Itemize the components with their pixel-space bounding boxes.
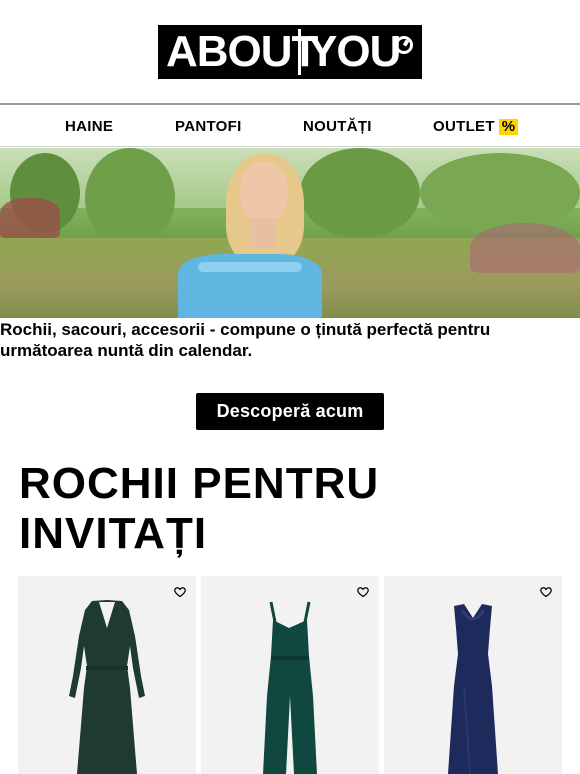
discover-now-button[interactable]: Descoperă acum bbox=[196, 393, 384, 430]
hero-tagline: Rochii, sacouri, accesorii - compune o ț… bbox=[0, 320, 491, 360]
hero-image[interactable] bbox=[0, 148, 580, 318]
section-title: ROCHII PENTRU INVITAȚI bbox=[19, 459, 380, 558]
nav-item-haine[interactable]: HAINE bbox=[65, 117, 113, 137]
logo-mark-icon bbox=[395, 36, 413, 54]
outlet-percent-badge: % bbox=[498, 119, 519, 135]
hero-tree bbox=[300, 148, 420, 238]
nav-item-pantofi[interactable]: PANTOFI bbox=[175, 117, 242, 137]
category-nav: HAINE PANTOFI NOUTĂȚI OUTLET% bbox=[0, 103, 580, 147]
satin-dress-image bbox=[448, 604, 498, 774]
about-you-logo[interactable]: ABOUT YOU bbox=[158, 25, 422, 79]
nav-item-outlet-label: OUTLET bbox=[433, 118, 495, 135]
model-neck bbox=[250, 218, 276, 248]
hero-flowers bbox=[0, 198, 60, 238]
logo-text-you: YOU bbox=[308, 27, 401, 76]
hero-flowers bbox=[470, 223, 580, 273]
heart-icon[interactable] bbox=[174, 586, 186, 598]
hero-tree bbox=[85, 148, 175, 248]
product-card[interactable] bbox=[384, 576, 562, 774]
heart-icon[interactable] bbox=[357, 586, 369, 598]
nav-item-noutati[interactable]: NOUTĂȚI bbox=[303, 117, 372, 137]
model-face bbox=[240, 162, 288, 224]
dress-long-sleeve-image bbox=[69, 600, 145, 774]
logo-divider bbox=[298, 29, 301, 75]
model-blue-top bbox=[178, 254, 322, 318]
email-header: ABOUT YOU bbox=[0, 0, 580, 104]
product-card[interactable] bbox=[18, 576, 196, 774]
nav-item-outlet[interactable]: OUTLET% bbox=[433, 117, 519, 137]
product-card[interactable] bbox=[201, 576, 379, 774]
jumpsuit-image bbox=[263, 601, 317, 774]
logo-text-about: ABOUT bbox=[166, 27, 318, 76]
hero-tree bbox=[420, 153, 580, 233]
heart-icon[interactable] bbox=[540, 586, 552, 598]
